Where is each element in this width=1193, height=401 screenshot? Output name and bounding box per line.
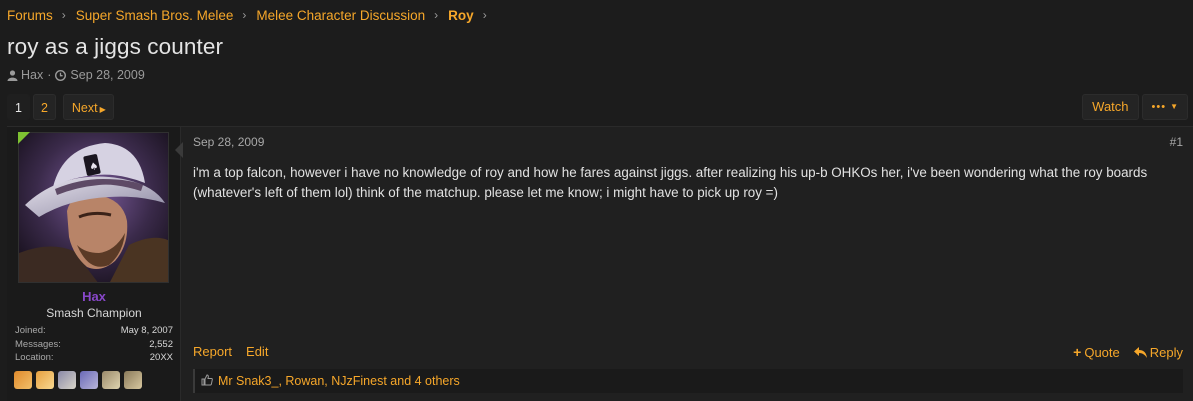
clock-icon	[55, 69, 67, 81]
quote-label: Quote	[1084, 344, 1120, 360]
breadcrumb-roy[interactable]: Roy	[448, 8, 474, 23]
falco-icon	[124, 371, 142, 389]
fox-icon	[36, 371, 54, 389]
breadcrumb: Forums › Super Smash Bros. Melee › Melee…	[7, 6, 497, 24]
stat-label: Location:	[15, 352, 54, 363]
reply-label: Reply	[1149, 344, 1183, 360]
character-badges	[14, 371, 142, 389]
quote-button[interactable]: + Quote	[1073, 344, 1120, 360]
reactions-text[interactable]: Mr Snak3_, Rowan, NJzFinest and 4 others	[218, 374, 460, 388]
post-date[interactable]: Sep 28, 2009	[193, 135, 264, 149]
thread-meta: Hax · Sep 28, 2009	[7, 68, 145, 82]
more-icon: •••	[1151, 101, 1167, 113]
user-title: Smash Champion	[46, 306, 142, 320]
fox-icon	[14, 371, 32, 389]
reactions-bar[interactable]: Mr Snak3_, Rowan, NJzFinest and 4 others	[193, 369, 1183, 393]
reply-icon	[1133, 346, 1147, 358]
thread-author[interactable]: Hax	[21, 68, 43, 82]
reply-button[interactable]: Reply	[1133, 344, 1183, 360]
report-button[interactable]: Report	[193, 344, 232, 360]
user-stats: Joined: May 8, 2007 Messages: 2,552 Loca…	[15, 325, 173, 366]
breadcrumb-ssbm[interactable]: Super Smash Bros. Melee	[76, 8, 234, 23]
caret-down-icon: ▼	[1170, 102, 1178, 111]
falco-icon	[58, 371, 76, 389]
user-icon	[7, 69, 18, 81]
username[interactable]: Hax	[7, 289, 181, 304]
page-2[interactable]: 2	[32, 94, 56, 120]
next-page-button[interactable]: Next ▶	[62, 94, 114, 120]
post-user-cell: ♠ Hax Smash Champion Joined: May 8, 2007…	[7, 127, 181, 401]
thread-actions: Watch ••• ▼	[1082, 94, 1188, 120]
stat-value: May 8, 2007	[120, 325, 173, 336]
stat-joined: Joined: May 8, 2007	[15, 325, 173, 339]
caret-right-icon: ▶	[99, 105, 106, 114]
chevron-right-icon: ›	[434, 8, 439, 22]
more-options-button[interactable]: ••• ▼	[1141, 94, 1188, 120]
post-number[interactable]: #1	[1170, 135, 1183, 149]
post-body: i'm a top falcon, however i have no know…	[193, 165, 1148, 200]
stat-messages: Messages: 2,552	[15, 339, 173, 353]
post-footer: Report Edit + Quote Reply	[193, 344, 1183, 360]
breadcrumb-melee-character-discussion[interactable]: Melee Character Discussion	[256, 8, 425, 23]
thumbs-up-icon	[201, 373, 213, 389]
falco-icon	[102, 371, 120, 389]
breadcrumb-forums[interactable]: Forums	[7, 8, 53, 23]
page-1[interactable]: 1	[7, 94, 30, 120]
next-label: Next	[71, 101, 98, 115]
stat-label: Joined:	[15, 325, 46, 336]
stat-label: Messages:	[15, 338, 61, 350]
pagination: 1 2 Next ▶	[7, 94, 114, 120]
stat-location: Location: 20XX	[15, 352, 173, 366]
post: ♠ Hax Smash Champion Joined: May 8, 2007…	[7, 126, 1193, 401]
watch-button[interactable]: Watch	[1082, 94, 1139, 120]
plus-icon: +	[1073, 344, 1082, 360]
online-indicator	[18, 132, 30, 144]
stat-value[interactable]: 20XX	[150, 352, 173, 366]
page-title: roy as a jiggs counter	[7, 34, 224, 59]
avatar[interactable]: ♠	[18, 132, 169, 283]
thread-date[interactable]: Sep 28, 2009	[70, 68, 144, 82]
post-arrow	[175, 142, 183, 158]
chevron-right-icon: ›	[482, 8, 487, 22]
chevron-right-icon: ›	[242, 8, 247, 22]
wolf-icon	[80, 371, 98, 389]
separator-dot: ·	[47, 68, 52, 82]
stat-value[interactable]: 2,552	[149, 339, 173, 353]
chevron-right-icon: ›	[61, 8, 66, 22]
edit-button[interactable]: Edit	[246, 344, 268, 360]
